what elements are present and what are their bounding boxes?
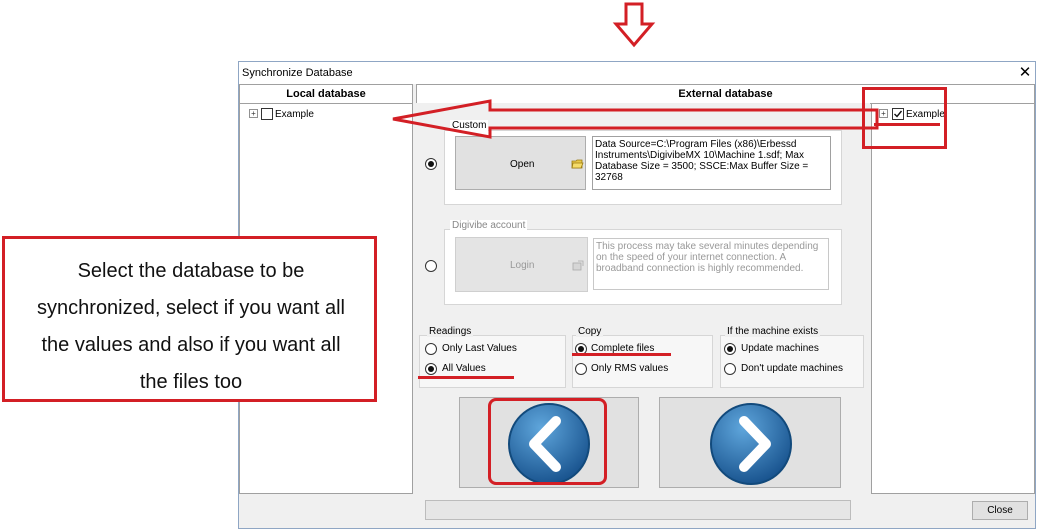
expand-icon[interactable]: + (249, 109, 258, 118)
down-arrow-annotation-icon (612, 2, 656, 48)
login-button[interactable]: Login (455, 237, 588, 292)
folder-open-icon (571, 159, 584, 169)
left-arrow-button-highlight (488, 398, 607, 485)
close-button[interactable]: Close (972, 501, 1028, 520)
external-database-tree: + Example (871, 103, 1035, 494)
instruction-callout: Select the database to be synchronized, … (2, 236, 377, 402)
all-values-radio[interactable] (425, 363, 437, 375)
close-button-label: Close (987, 505, 1013, 516)
local-database-header: Local database (239, 84, 413, 104)
local-example-label: Example (275, 109, 314, 120)
machine-exists-legend: If the machine exists (725, 326, 821, 337)
local-example-checkbox[interactable] (261, 108, 273, 120)
dont-update-machines-radio[interactable] (724, 363, 736, 375)
all-values-underline (418, 376, 514, 379)
only-rms-values-radio[interactable] (575, 363, 587, 375)
login-button-label: Login (510, 260, 535, 271)
progress-bar (425, 500, 851, 520)
login-icon (572, 260, 584, 271)
window-title: Synchronize Database (242, 67, 353, 79)
sync-to-external-button[interactable] (659, 397, 841, 488)
open-button-label: Open (510, 159, 535, 170)
external-example-underline (874, 123, 940, 126)
right-arrow-icon (710, 403, 792, 485)
connection-string-box[interactable]: Data Source=C:\Program Files (x86)\Erbes… (592, 136, 831, 190)
only-last-values-label[interactable]: Only Last Values (442, 343, 517, 354)
dont-update-machines-label[interactable]: Don't update machines (741, 363, 843, 374)
update-machines-label[interactable]: Update machines (741, 343, 819, 354)
complete-files-underline (572, 353, 671, 356)
instruction-callout-text: Select the database to be synchronized, … (37, 260, 345, 393)
title-bar: Synchronize Database ✕ (239, 62, 1035, 84)
update-machines-radio[interactable] (724, 343, 736, 355)
digivibe-account-legend: Digivibe account (450, 220, 528, 231)
readings-legend: Readings (427, 326, 474, 337)
open-button[interactable]: Open (455, 136, 586, 190)
custom-radio[interactable] (425, 158, 437, 170)
digivibe-info-box: This process may take several minutes de… (593, 238, 829, 290)
left-arrow-annotation-icon (392, 99, 879, 139)
only-rms-values-label[interactable]: Only RMS values (591, 363, 668, 374)
close-icon[interactable]: ✕ (1015, 62, 1035, 84)
external-example-highlight (862, 87, 947, 149)
only-last-values-radio[interactable] (425, 343, 437, 355)
copy-legend: Copy (576, 326, 604, 337)
all-values-label[interactable]: All Values (442, 363, 486, 374)
digivibe-account-radio[interactable] (425, 260, 437, 272)
